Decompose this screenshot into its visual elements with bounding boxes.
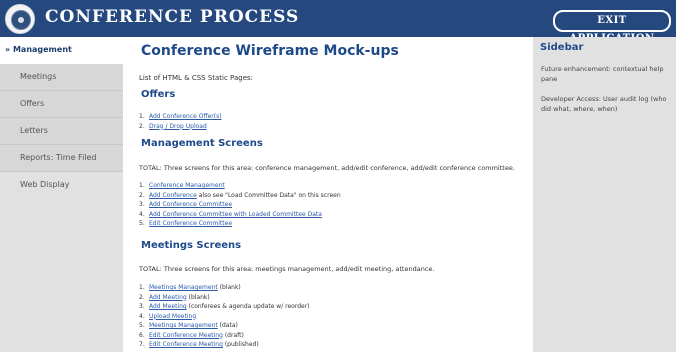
- list-item: 5. Meetings Management (data): [139, 322, 238, 329]
- sidebar-audit-text: Developer Access: User audit log (who di…: [541, 95, 667, 113]
- nav-item-offers[interactable]: Offers: [0, 91, 123, 118]
- main-content: Conference Wireframe Mock-ups List of HT…: [139, 37, 524, 352]
- management-heading: Management Screens: [141, 138, 263, 149]
- sidebar-title: Sidebar: [540, 42, 584, 53]
- nav-item-letters[interactable]: Letters: [0, 118, 123, 145]
- offers-list: 1. Add Conference Offer(s) 2. Drag / Drop …: [139, 112, 222, 131]
- nav-item-meetings[interactable]: Meetings: [0, 64, 123, 91]
- list-item: 5. Edit Conference Committee: [139, 220, 233, 227]
- list-item: 1. Meetings Management (blank): [139, 284, 241, 291]
- edit-conference-meeting-draft-link[interactable]: Edit Conference Meeting: [149, 332, 223, 339]
- offers-heading: Offers: [141, 89, 176, 100]
- edit-conference-meeting-published-link[interactable]: Edit Conference Meeting: [149, 341, 223, 348]
- seal-logo-icon: [5, 4, 35, 34]
- add-conference-offers-link[interactable]: Add Conference Offer(s): [149, 113, 222, 120]
- intro-text: List of HTML & CSS Static Pages:: [139, 74, 254, 82]
- sidebar-help-text: Future enhancement: contextual help pane: [541, 65, 664, 83]
- add-conference-committee-link[interactable]: Add Conference Committee: [149, 201, 232, 208]
- list-item: 6. Edit Conference Meeting (draft): [139, 331, 244, 339]
- nav-item-web-display[interactable]: Web Display: [0, 172, 123, 199]
- nav-item-reports-time-filed[interactable]: Reports: Time Filed: [0, 145, 123, 172]
- drag-drop-upload-link[interactable]: Drag / Drop Upload: [149, 123, 207, 130]
- meetings-management-link[interactable]: Meetings Management: [149, 284, 218, 291]
- management-list: 1. Conference Management 2. Add Conference…: [139, 181, 341, 229]
- app-header: CONFERENCE PROCESS EXIT APPLICATION: [0, 0, 676, 44]
- list-item: 1. Add Conference Offer(s): [139, 113, 222, 120]
- meetings-management-data-link[interactable]: Meetings Management: [149, 322, 218, 329]
- list-item: 2. Add Meeting (blank): [139, 293, 210, 301]
- add-meeting-link[interactable]: Add Meeting: [149, 294, 187, 301]
- exit-application-button[interactable]: EXIT APPLICATION: [553, 10, 671, 44]
- meetings-total-text: TOTAL: Three screens for this area: meet…: [139, 265, 435, 273]
- left-nav: » Management Meetings Offers Letters Rep…: [0, 37, 123, 352]
- list-item: 4. Add Conference Committee with Loaded C…: [139, 210, 322, 218]
- meetings-heading: Meetings Screens: [141, 240, 242, 251]
- list-item: 2. Drag / Drop Upload: [139, 122, 207, 130]
- add-meeting-conferees-link[interactable]: Add Meeting: [149, 303, 187, 310]
- edit-conference-committee-link[interactable]: Edit Conference Committee: [149, 220, 232, 227]
- meetings-list: 1. Meetings Management (blank) 2. Add Meet…: [139, 283, 310, 350]
- list-item: 3. Add Meeting (conferees & agenda update…: [139, 303, 310, 310]
- add-committee-loaded-data-link[interactable]: Add Conference Committee with Loaded Com…: [149, 211, 322, 218]
- list-item: 3. Add Conference Committee: [139, 201, 233, 208]
- list-item: 4. Upload Meeting: [139, 312, 197, 320]
- add-conference-link[interactable]: Add Conference: [149, 192, 197, 199]
- upload-meeting-link[interactable]: Upload Meeting: [149, 313, 196, 320]
- conference-management-link[interactable]: Conference Management: [149, 182, 225, 189]
- page-title: Conference Wireframe Mock-ups: [141, 43, 399, 59]
- list-item: 7. Edit Conference Meeting (published): [139, 341, 259, 348]
- right-sidebar: Sidebar Future enhancement: contextual h…: [533, 37, 676, 352]
- app-title: CONFERENCE PROCESS: [45, 7, 300, 27]
- nav-item-management[interactable]: » Management: [0, 37, 123, 64]
- management-total-text: TOTAL: Three screens for this area: conf…: [139, 164, 515, 172]
- list-item: 2. Add Conference also see "Load Committe…: [139, 191, 341, 199]
- list-item: 1. Conference Management: [139, 182, 225, 189]
